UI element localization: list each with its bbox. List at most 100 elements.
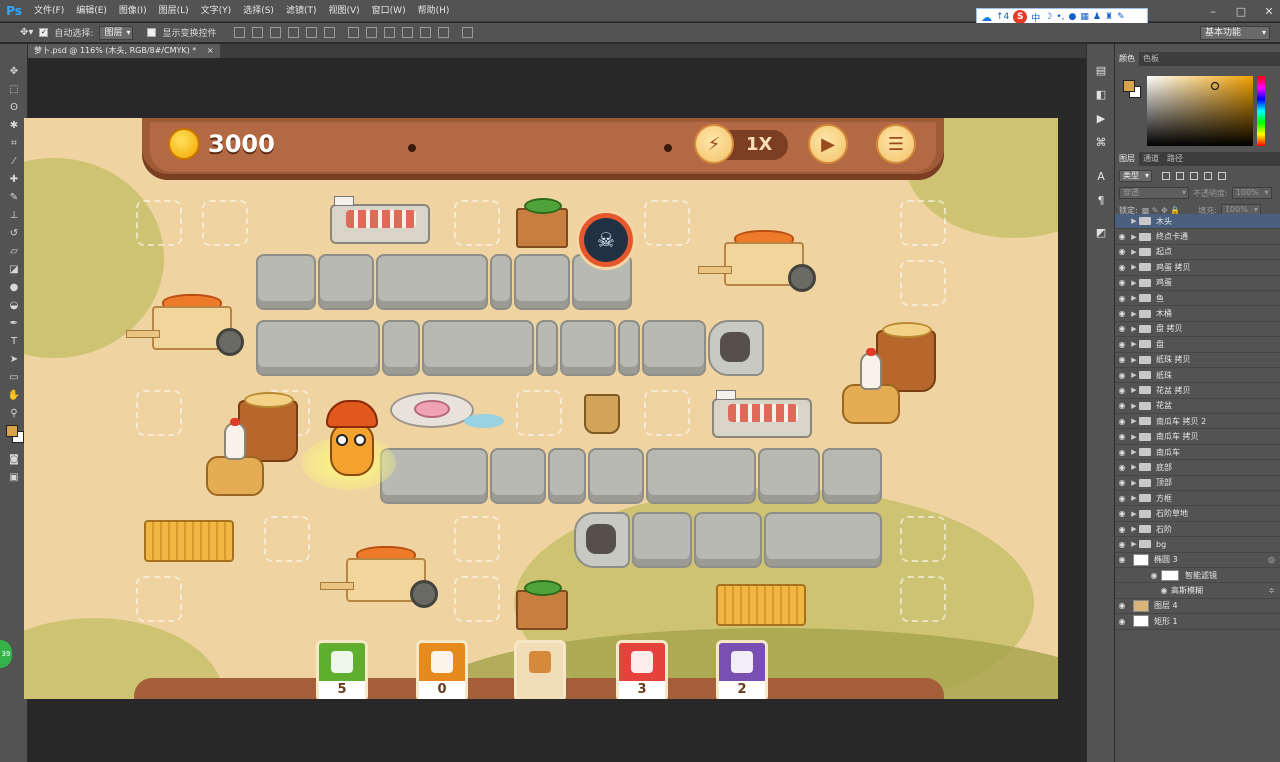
distribute-right-icon[interactable] [438, 27, 450, 38]
expand-arrow-icon[interactable]: ▶ [1129, 279, 1139, 287]
expand-arrow-icon[interactable]: ▶ [1129, 248, 1139, 256]
filter-row[interactable]: ◉ 高斯模糊 ≑ [1115, 583, 1280, 599]
eye-icon[interactable]: ◉ [1115, 494, 1129, 503]
smart-filter-row[interactable]: ◉ 智能滤镜 [1115, 568, 1280, 584]
vegetable-crate-obstacle[interactable] [516, 198, 568, 248]
hay-bale-obstacle[interactable] [144, 520, 234, 562]
eye-icon[interactable]: ◉ [1147, 571, 1161, 580]
filter-adjustment-icon[interactable] [1176, 172, 1184, 180]
tab-swatches[interactable]: 色板 [1139, 52, 1163, 66]
minimize-icon[interactable]: – [1206, 5, 1220, 18]
layer-row[interactable]: ◉ ▶ 南瓜车 拷贝 2 [1115, 414, 1280, 430]
piglet-plate-obstacle[interactable] [390, 392, 474, 428]
game-artwork-canvas[interactable]: ☠ 3000 1X ⚡ ▶ ☰ 5 0 3 2 [24, 118, 1058, 699]
close-document-icon[interactable]: × [207, 46, 214, 55]
eye-icon[interactable]: ◉ [1157, 586, 1171, 595]
eye-icon[interactable]: ◉ [1115, 247, 1129, 256]
meat-tray-obstacle[interactable] [712, 398, 812, 438]
expand-arrow-icon[interactable]: ▶ [1129, 433, 1139, 441]
eye-icon[interactable]: ◉ [1115, 540, 1129, 549]
moon-icon[interactable]: ☽ [1044, 12, 1052, 22]
tower-slot[interactable] [900, 576, 946, 622]
blend-mode-dropdown[interactable]: 穿透 [1119, 187, 1189, 199]
menu-type[interactable]: 文字(Y) [195, 0, 238, 22]
eye-icon[interactable]: ◉ [1115, 601, 1129, 610]
eye-icon[interactable]: ◉ [1115, 417, 1129, 426]
wooden-bucket-obstacle[interactable] [584, 394, 620, 434]
shirt-icon[interactable]: ♜ [1105, 12, 1113, 22]
expand-arrow-icon[interactable]: ▶ [1129, 510, 1139, 518]
hen-nest-obstacle[interactable] [842, 384, 900, 424]
expand-arrow-icon[interactable]: ▶ [1129, 263, 1139, 271]
menu-image[interactable]: 图像(I) [113, 0, 153, 22]
show-transform-checkbox[interactable] [147, 28, 157, 37]
align-vcenter-icon[interactable] [252, 27, 264, 38]
egg-basket-obstacle[interactable] [238, 392, 298, 462]
eye-icon[interactable]: ◉ [1115, 555, 1129, 564]
menu-list-button[interactable]: ☰ [876, 124, 916, 164]
keyboard-icon[interactable]: ▦ [1080, 12, 1089, 22]
pumpkin-cart-obstacle[interactable] [698, 230, 816, 292]
filter-shape-icon[interactable] [1204, 172, 1212, 180]
money-bag-item-card[interactable]: 0 [416, 640, 468, 699]
layer-row[interactable]: ◉ ▶ 起点 [1115, 245, 1280, 261]
expand-arrow-icon[interactable]: ▶ [1129, 310, 1139, 318]
expand-arrow-icon[interactable]: ▶ [1129, 340, 1139, 348]
layer-row[interactable]: ◉ ▶ 石阶 [1115, 522, 1280, 538]
microphone-icon[interactable]: ● [1069, 12, 1077, 22]
tower-slot[interactable] [136, 390, 182, 436]
tab-layers[interactable]: 图层 [1115, 152, 1139, 166]
tower-slot[interactable] [454, 200, 500, 246]
layer-row[interactable]: ◉ ▶ 底部 [1115, 460, 1280, 476]
filter-smart-icon[interactable] [1218, 172, 1226, 180]
pumpkin-cart-obstacle[interactable] [320, 546, 438, 608]
align-hcenter-icon[interactable] [306, 27, 318, 38]
distribute-left-icon[interactable] [402, 27, 414, 38]
tab-channels[interactable]: 通道 [1139, 152, 1163, 166]
tower-slot[interactable] [454, 576, 500, 622]
expand-arrow-icon[interactable]: ▶ [1129, 479, 1139, 487]
expand-arrow-icon[interactable]: ▶ [1129, 294, 1139, 302]
auto-align-icon[interactable] [462, 27, 474, 38]
distribute-top-icon[interactable] [348, 27, 360, 38]
layer-row[interactable]: ◉ ▶ 木桶 [1115, 306, 1280, 322]
punctuation-icon[interactable]: •, [1056, 12, 1064, 22]
align-left-icon[interactable] [288, 27, 300, 38]
paths-panel-icon[interactable]: ⌘ [1087, 130, 1115, 154]
tower-slot[interactable] [136, 200, 182, 246]
move-tool-icon[interactable]: ✥▾ [20, 27, 33, 38]
hay-bale-obstacle[interactable] [716, 584, 806, 626]
eye-icon[interactable]: ◉ [1115, 401, 1129, 410]
menu-view[interactable]: 视图(V) [322, 0, 365, 22]
align-right-icon[interactable] [324, 27, 336, 38]
distribute-bottom-icon[interactable] [384, 27, 396, 38]
tower-slot[interactable] [516, 390, 562, 436]
eye-icon[interactable]: ◉ [1115, 478, 1129, 487]
flag-item-card[interactable]: 5 [316, 640, 368, 699]
opacity-field[interactable]: 100% [1231, 187, 1272, 199]
distribute-hcenter-icon[interactable] [420, 27, 432, 38]
document-tab[interactable]: 萝卜.psd @ 116% (木头, RGB/8#/CMYK) * × [28, 44, 220, 58]
eye-icon[interactable]: ◉ [1115, 463, 1129, 472]
history-panel-icon[interactable]: ▤ [1087, 58, 1115, 82]
layer-row[interactable]: ◉ 矩形 1 [1115, 614, 1280, 630]
expand-arrow-icon[interactable]: ▶ [1129, 525, 1139, 533]
layer-row[interactable]: ◉ ▶ 盘 拷贝 [1115, 322, 1280, 338]
layer-row[interactable]: ◉ ▶ 纸珠 拷贝 [1115, 353, 1280, 368]
eye-icon[interactable]: ◉ [1115, 263, 1129, 272]
expand-arrow-icon[interactable]: ▶ [1129, 217, 1139, 225]
distribute-vcenter-icon[interactable] [366, 27, 378, 38]
auto-select-dropdown[interactable]: 图层 [99, 25, 134, 40]
marquee-tool-icon[interactable]: ⬚ [0, 80, 28, 98]
filter-options-icon[interactable]: ≑ [1268, 586, 1275, 595]
menu-file[interactable]: 文件(F) [28, 0, 70, 22]
eye-icon[interactable]: ◉ [1115, 617, 1129, 626]
layer-row[interactable]: ◉ ▶ 终点卡通 [1115, 229, 1280, 245]
eye-icon[interactable]: ◉ [1115, 294, 1129, 303]
layer-row[interactable]: ◉ ▶ 花盆 [1115, 399, 1280, 415]
hen-nest-obstacle[interactable] [206, 456, 264, 496]
tower-slot[interactable] [644, 390, 690, 436]
tower-slot[interactable] [900, 200, 946, 246]
eye-icon[interactable]: ◉ [1115, 386, 1129, 395]
expand-arrow-icon[interactable]: ▶ [1129, 540, 1139, 548]
